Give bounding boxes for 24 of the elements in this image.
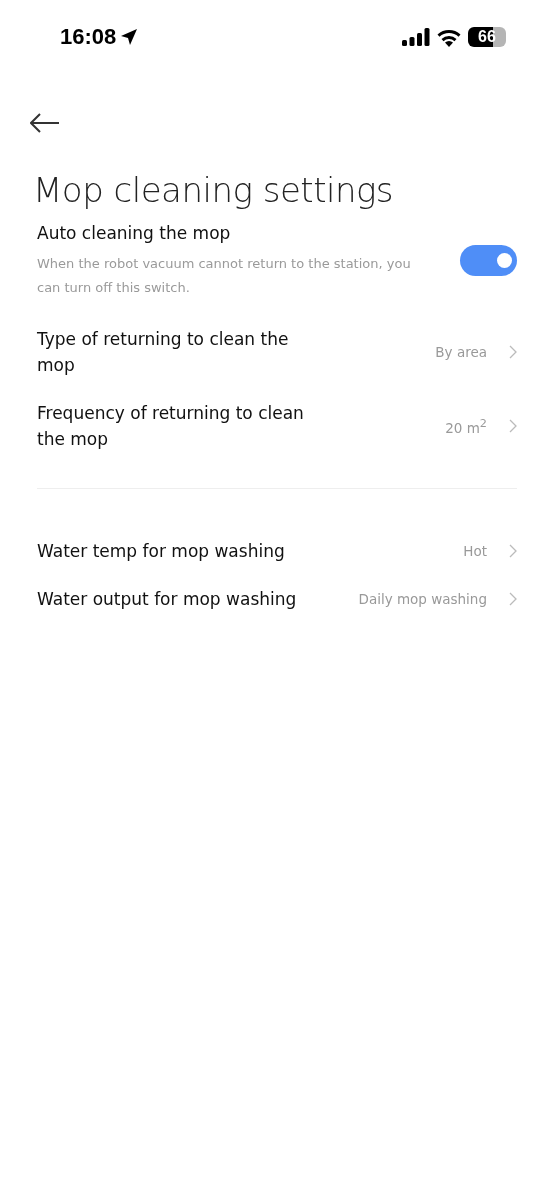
page-title: Mop cleaning settings [33,170,395,210]
chevron-icon [509,345,517,359]
signal-icon [402,28,430,46]
setting-label: Frequency of returning to clean the mop [37,402,305,451]
setting-value: 20 m$^{2}$ [445,416,487,436]
setting-row[interactable]: Water temp for mop washing Hot [37,528,517,576]
status-time: 16:08 [60,24,117,50]
setting-label: Auto cleaning the mop [37,222,232,245]
setting-row[interactable]: Frequency of returning to clean the mop 20 m$^{2}$ [37,390,517,464]
chevron-icon [509,544,517,558]
setting-value: By area [435,344,487,360]
chevron-icon [509,592,517,606]
setting-row[interactable]: Type of returning to clean the mop By area [37,316,517,390]
setting-description: When the robot vacuum cannot return to the station, you can turn off this switch. [37,255,412,297]
setting-value: Daily mop washing [358,591,487,607]
setting-row[interactable]: Water output for mop washing Daily mop washing [37,576,517,624]
wifi-icon [436,27,462,47]
setting-label: Type of returning to clean the mop [37,328,290,377]
setting-label: Water output for mop washing [37,588,297,611]
location-arrow-icon [120,28,139,46]
toggle-switch[interactable] [460,244,517,276]
chevron-icon [509,419,517,433]
setting-label: Water temp for mop washing [37,540,285,563]
setting-value: Hot [463,543,487,559]
